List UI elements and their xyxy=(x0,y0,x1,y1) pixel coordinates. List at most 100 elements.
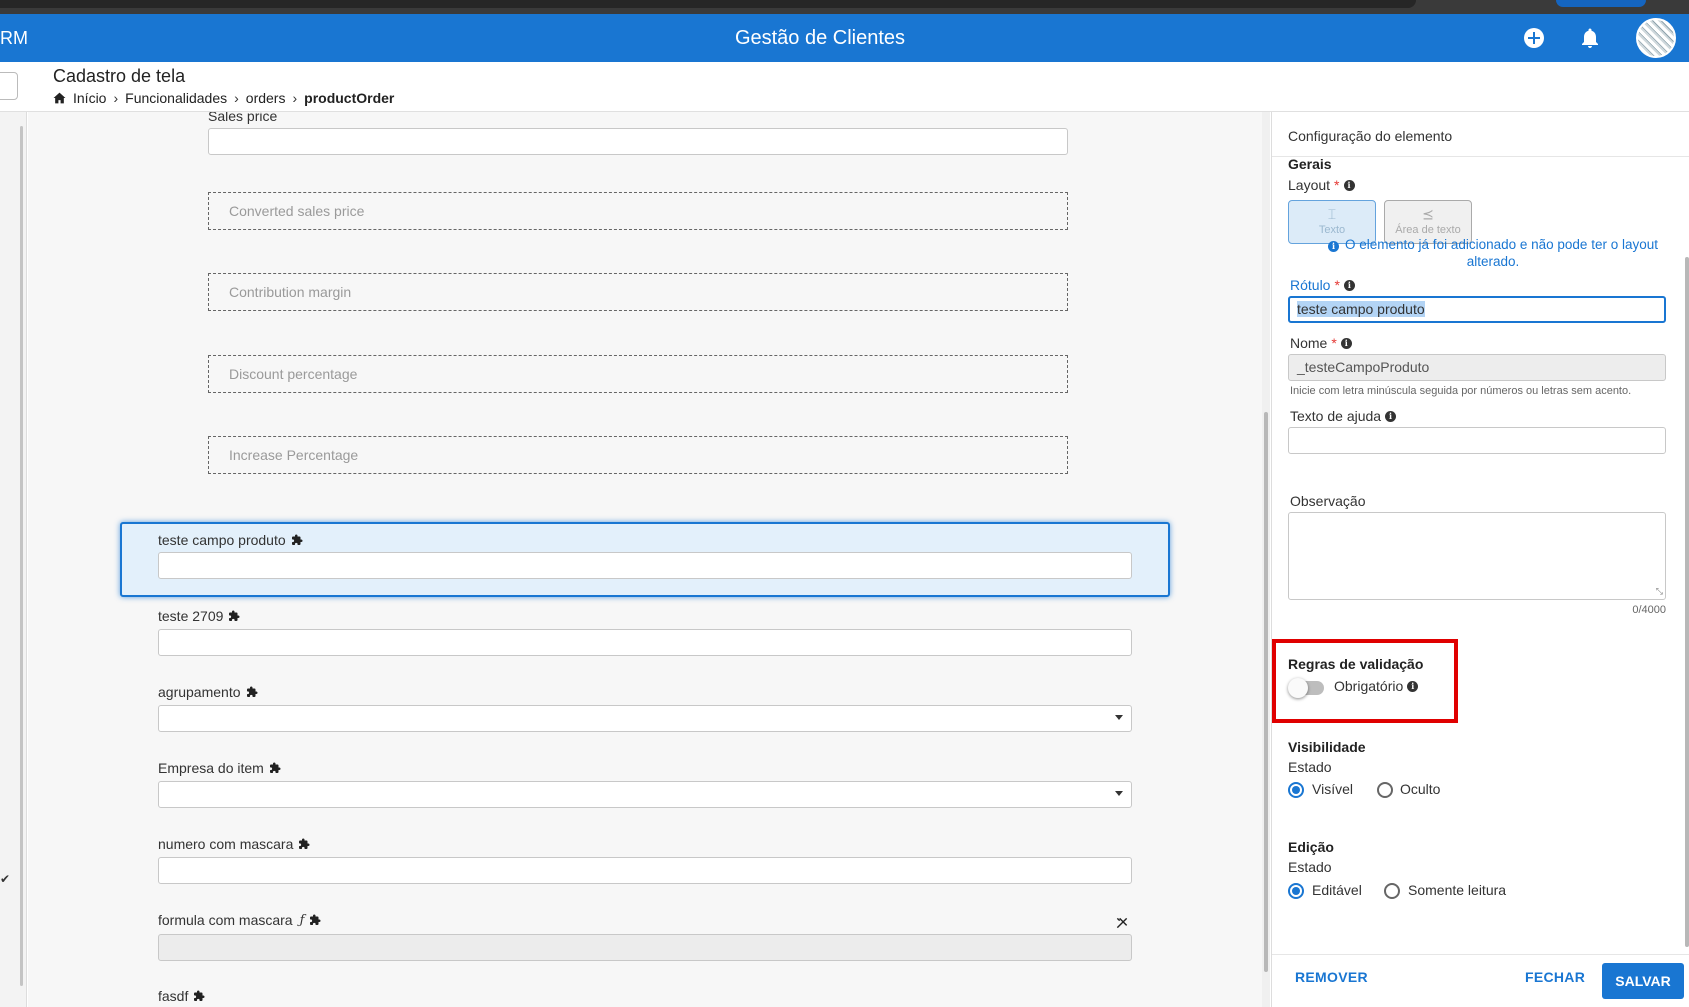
info-icon[interactable]: i xyxy=(1343,179,1355,191)
formula-icon: ƒ xyxy=(299,912,305,928)
field-label-text: fasdf xyxy=(158,988,189,1004)
puzzle-icon xyxy=(299,838,310,849)
text-field-icon: ⌶ xyxy=(1327,206,1337,222)
radio-oculto[interactable] xyxy=(1377,782,1393,798)
texto-ajuda-input[interactable] xyxy=(1288,427,1666,454)
panel-title: Configuração do elemento xyxy=(1288,128,1453,144)
field-label: fasdf xyxy=(158,988,205,1004)
radio-editavel-label[interactable]: Editável xyxy=(1312,882,1362,898)
home-icon[interactable] xyxy=(53,92,66,104)
info-icon[interactable]: i xyxy=(1343,279,1355,291)
info-icon[interactable]: i xyxy=(1407,680,1419,692)
resize-grip-icon[interactable]: ⤡ xyxy=(1656,586,1663,597)
placeholder-discount-percentage[interactable]: Discount percentage xyxy=(208,355,1068,393)
toggle-knob xyxy=(1288,678,1308,698)
page-header: Cadastro de tela Início › Funcionalidade… xyxy=(0,62,1689,112)
section-gerais: Gerais xyxy=(1288,156,1332,172)
formula-clear-icon[interactable] xyxy=(1115,916,1129,930)
texto-ajuda-label-text: Texto de ajuda xyxy=(1290,408,1382,424)
chevron-right-icon: › xyxy=(292,90,298,106)
field-label-text: teste campo produto xyxy=(158,532,286,548)
puzzle-icon xyxy=(229,610,240,621)
left-scrollbar[interactable] xyxy=(20,126,23,986)
field-label-text: agrupamento xyxy=(158,684,241,700)
layout-option-texto-label: Texto xyxy=(1318,224,1346,236)
field-label: teste campo produto xyxy=(158,532,303,548)
visibilidade-estado-label: Estado xyxy=(1288,759,1332,775)
observacao-textarea[interactable]: ⤡ xyxy=(1288,512,1666,600)
bell-icon[interactable] xyxy=(1578,26,1602,50)
numero-com-mascara-input[interactable] xyxy=(158,857,1132,884)
texto-ajuda-label: Texto de ajuda i xyxy=(1290,408,1397,424)
formula-com-mascara-input xyxy=(158,934,1132,961)
info-icon[interactable]: i xyxy=(1340,337,1352,349)
agrupamento-select[interactable] xyxy=(158,705,1132,732)
radio-somente-leitura-label[interactable]: Somente leitura xyxy=(1408,882,1506,898)
field-label-text: formula com mascara xyxy=(158,912,293,928)
obrigatorio-toggle[interactable] xyxy=(1288,678,1324,698)
placeholder-increase-percentage[interactable]: Increase Percentage xyxy=(208,436,1068,474)
layout-option-area-label: Área de texto xyxy=(1395,224,1461,236)
required-marker: * xyxy=(1334,277,1340,293)
placeholder-contribution-margin[interactable]: Contribution margin xyxy=(208,273,1068,311)
puzzle-icon xyxy=(246,686,258,697)
nome-input: _testeCampoProduto xyxy=(1288,354,1666,381)
left-rail: ✔ xyxy=(0,112,27,1007)
user-avatar[interactable] xyxy=(1636,18,1676,58)
chevron-right-icon: › xyxy=(234,90,239,106)
layout-notice-text: O elemento já foi adicionado e não pode … xyxy=(1345,237,1658,269)
sales-price-input[interactable] xyxy=(208,128,1068,155)
layout-label: Layout * i xyxy=(1288,177,1355,193)
observacao-label: Observação xyxy=(1290,493,1366,509)
observacao-counter: 0/4000 xyxy=(1632,604,1666,616)
breadcrumb-item-funcionalidades[interactable]: Funcionalidades xyxy=(125,90,227,106)
teste-campo-produto-input[interactable] xyxy=(158,552,1132,579)
browser-bar xyxy=(0,0,1416,8)
edicao-estado-label: Estado xyxy=(1288,859,1332,875)
section-visibilidade: Visibilidade xyxy=(1288,739,1366,755)
section-edicao: Edição xyxy=(1288,839,1334,855)
radio-editavel[interactable] xyxy=(1288,883,1304,899)
breadcrumb: Início › Funcionalidades › orders › prod… xyxy=(53,90,394,106)
salvar-button[interactable]: SALVAR xyxy=(1602,963,1684,999)
field-label: agrupamento xyxy=(158,684,258,700)
fechar-button[interactable]: FECHAR xyxy=(1525,969,1585,985)
app-bar: RM Gestão de Clientes xyxy=(0,14,1689,62)
breadcrumb-item-orders[interactable]: orders xyxy=(246,90,286,106)
panel-scrollbar[interactable] xyxy=(1684,157,1689,954)
breadcrumb-item-current: productOrder xyxy=(304,90,395,106)
remover-button[interactable]: REMOVER xyxy=(1295,969,1368,985)
chevron-right-icon: › xyxy=(113,90,119,106)
rotulo-input-value: teste campo produto xyxy=(1297,301,1425,317)
form-canvas: Sales price Converted sales price Contri… xyxy=(28,112,1268,1007)
empresa-do-item-select[interactable] xyxy=(158,781,1132,808)
field-label: teste 2709 xyxy=(158,608,240,624)
browser-top-strip xyxy=(0,0,1689,14)
puzzle-icon xyxy=(194,990,205,1001)
field-label-text: Empresa do item xyxy=(158,760,264,776)
teste-2709-input[interactable] xyxy=(158,629,1132,656)
caret-down-icon xyxy=(1115,715,1123,720)
panel-divider xyxy=(1272,156,1689,157)
breadcrumb-item-inicio[interactable]: Início xyxy=(73,90,106,106)
radio-visivel[interactable] xyxy=(1288,782,1304,798)
app-title: Gestão de Clientes xyxy=(734,27,906,49)
add-circle-icon[interactable] xyxy=(1522,26,1546,50)
required-marker: * xyxy=(1334,177,1340,193)
canvas-scrollbar-thumb[interactable] xyxy=(1264,412,1268,972)
radio-somente-leitura[interactable] xyxy=(1384,883,1400,899)
sidebar-toggle-button[interactable] xyxy=(0,72,18,100)
puzzle-icon xyxy=(291,534,303,545)
required-marker: * xyxy=(1331,335,1337,351)
info-icon[interactable]: i xyxy=(1385,410,1397,422)
placeholder-converted-sales-price[interactable]: Converted sales price xyxy=(208,192,1068,230)
canvas-scrollbar[interactable] xyxy=(1262,112,1270,1007)
rotulo-input[interactable]: teste campo produto xyxy=(1288,296,1666,323)
radio-visivel-label[interactable]: Visível xyxy=(1312,781,1353,797)
layout-label-text: Layout xyxy=(1288,177,1331,193)
puzzle-icon xyxy=(269,762,281,773)
radio-oculto-label[interactable]: Oculto xyxy=(1400,781,1440,797)
panel-scrollbar-thumb[interactable] xyxy=(1685,257,1689,947)
nome-label-text: Nome xyxy=(1290,335,1328,351)
field-label-text: numero com mascara xyxy=(158,836,294,852)
